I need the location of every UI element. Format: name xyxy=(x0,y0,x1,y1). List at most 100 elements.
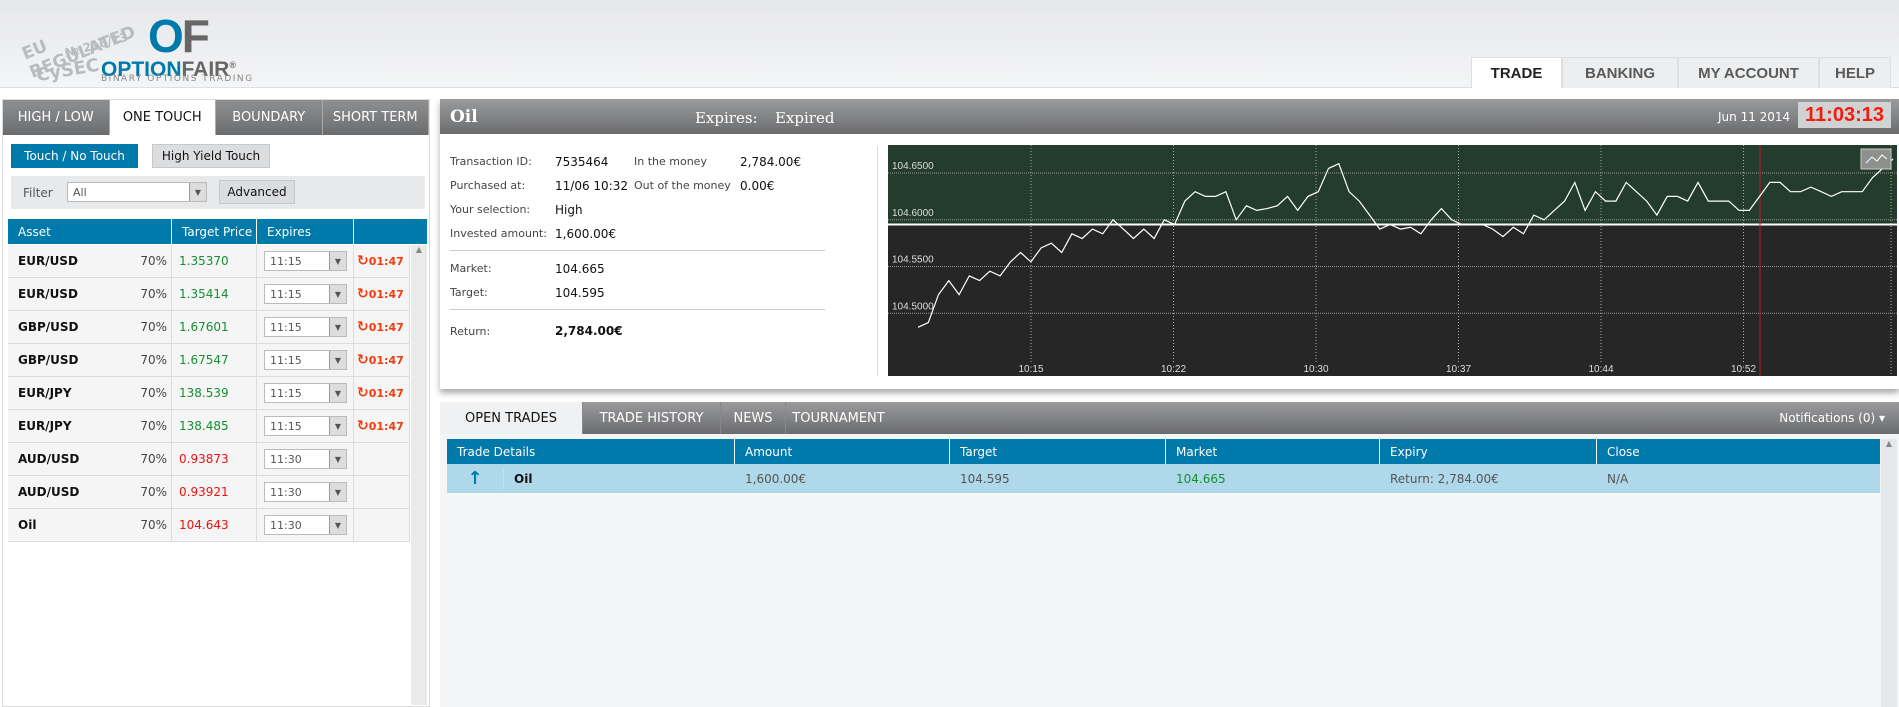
asset-name: Oil xyxy=(18,518,37,532)
expiry-value: 11:15 xyxy=(270,419,302,433)
trades-scrollbar[interactable]: ▲ xyxy=(1881,439,1897,707)
divider xyxy=(450,250,825,251)
trades-tab-bar: OPEN TRADES TRADE HISTORY NEWS TOURNAMEN… xyxy=(440,402,1899,434)
countdown: 01:47 xyxy=(368,287,404,301)
payout: 70% xyxy=(140,419,167,433)
payout: 70% xyxy=(140,452,167,466)
selection-label: Your selection: xyxy=(450,203,531,216)
trade-detail-panel: Oil Expires: Expired Jun 11 2014 11:03:1… xyxy=(440,99,1899,389)
expiry-select[interactable]: 11:15 ▼ xyxy=(264,251,347,271)
trade-header-bar: Oil Expires: Expired Jun 11 2014 11:03:1… xyxy=(440,99,1899,134)
x-tick-label: 10:37 xyxy=(1446,364,1471,375)
expiry-value: 11:15 xyxy=(270,254,302,268)
expiry-select[interactable]: 11:15 ▼ xyxy=(264,284,347,304)
nav-tab-my-account[interactable]: MY ACCOUNT xyxy=(1678,57,1819,88)
market-value: 104.665 xyxy=(555,262,605,276)
col-close: Close xyxy=(1607,444,1640,459)
expiry-select[interactable]: 11:30 ▼ xyxy=(264,449,347,469)
asset-row[interactable]: GBP/USD 70% 1.67547 11:15 ▼ ↻ 01:47 xyxy=(8,344,410,377)
asset-row[interactable]: EUR/JPY 70% 138.485 11:15 ▼ ↻ 01:47 xyxy=(8,410,410,443)
tab-boundary[interactable]: BOUNDARY xyxy=(216,100,323,135)
otm-label: Out of the money xyxy=(634,179,731,192)
filter-bar: Filter All ▼ Advanced xyxy=(11,176,425,209)
payout: 70% xyxy=(140,485,167,499)
expiry-select[interactable]: 11:15 ▼ xyxy=(264,350,347,370)
expiry-select[interactable]: 11:30 ▼ xyxy=(264,515,347,535)
asset-name: EUR/USD xyxy=(18,287,78,301)
x-tick-label: 10:30 xyxy=(1303,364,1328,375)
timer-icon: ↻ xyxy=(357,253,369,269)
asset-row[interactable]: EUR/USD 70% 1.35414 11:15 ▼ ↻ 01:47 xyxy=(8,278,410,311)
selection-value: High xyxy=(555,203,583,217)
asset-name: AUD/USD xyxy=(18,452,80,466)
expiry-value: 11:15 xyxy=(270,353,302,367)
y-tick-label: 104.5500 xyxy=(892,255,934,266)
transaction-id-label: Transaction ID: xyxy=(450,155,532,168)
asset-name: EUR/JPY xyxy=(18,386,72,400)
filter-select[interactable]: All ▼ xyxy=(67,182,207,202)
trade-row[interactable]: ↑ Oil 1,600.00€ 104.595 104.665 Return: … xyxy=(447,464,1880,493)
countdown: 01:47 xyxy=(368,353,404,367)
trade-expiry: Return: 2,784.00€ xyxy=(1390,471,1499,486)
nav-tab-help[interactable]: HELP xyxy=(1819,57,1891,88)
expiry-value: 11:30 xyxy=(270,452,302,466)
asset-row[interactable]: GBP/USD 70% 1.67601 11:15 ▼ ↻ 01:47 xyxy=(8,311,410,344)
col-asset: Asset xyxy=(8,219,172,244)
asset-name: EUR/JPY xyxy=(18,419,72,433)
notifications-dropdown[interactable]: Notifications (0) ▾ xyxy=(1779,411,1885,425)
tab-trade-history[interactable]: TRADE HISTORY xyxy=(583,402,721,434)
purchased-value: 11/06 10:32 xyxy=(555,179,628,193)
subtab-high-yield-touch[interactable]: High Yield Touch xyxy=(152,144,270,168)
asset-row[interactable]: AUD/USD 70% 0.93873 11:30 ▼ xyxy=(8,443,410,476)
chevron-down-icon: ▼ xyxy=(329,450,346,468)
expiry-select[interactable]: 11:30 ▼ xyxy=(264,482,347,502)
target-price: 138.485 xyxy=(172,410,257,442)
header: EU REGULATED № 216/13 CySEC OF OPTIONFAI… xyxy=(0,0,1899,88)
asset-scrollbar[interactable]: ▲ xyxy=(411,245,427,705)
trades-panel: OPEN TRADES TRADE HISTORY NEWS TOURNAMEN… xyxy=(440,402,1899,707)
asset-name: GBP/USD xyxy=(18,353,79,367)
expiry-select[interactable]: 11:15 ▼ xyxy=(264,383,347,403)
tab-short-term[interactable]: SHORT TERM xyxy=(322,100,429,135)
trade-asset: Oil xyxy=(450,107,478,127)
expiry-select[interactable]: 11:15 ▼ xyxy=(264,317,347,337)
asset-row[interactable]: AUD/USD 70% 0.93921 11:30 ▼ xyxy=(8,476,410,509)
target-price: 104.643 xyxy=(172,509,257,541)
asset-row[interactable]: EUR/JPY 70% 138.539 11:15 ▼ ↻ 01:47 xyxy=(8,377,410,410)
chevron-down-icon: ▼ xyxy=(329,351,346,369)
scroll-up-icon[interactable]: ▲ xyxy=(411,245,427,254)
return-value: 2,784.00€ xyxy=(555,324,623,338)
nav-tab-trade[interactable]: TRADE xyxy=(1471,57,1562,88)
target-price: 0.93873 xyxy=(172,443,257,475)
x-tick-label: 10:44 xyxy=(1588,364,1613,375)
expiry-value: 11:30 xyxy=(270,485,302,499)
divider xyxy=(450,309,825,310)
payout: 70% xyxy=(140,254,167,268)
col-expiry: Expiry xyxy=(1380,439,1597,464)
asset-row[interactable]: Oil 70% 104.643 11:30 ▼ xyxy=(8,509,410,542)
tab-tournament[interactable]: TOURNAMENT xyxy=(786,402,891,434)
tab-news[interactable]: NEWS xyxy=(721,402,786,434)
asset-row[interactable]: EUR/USD 70% 1.35370 11:15 ▼ ↻ 01:47 xyxy=(8,245,410,278)
timer-icon: ↻ xyxy=(357,352,369,368)
current-date: Jun 11 2014 xyxy=(1718,110,1791,124)
transaction-id: 7535464 xyxy=(555,155,609,169)
timer-icon: ↻ xyxy=(357,286,369,302)
payout: 70% xyxy=(140,287,167,301)
col-trade-details: Trade Details xyxy=(447,439,735,464)
price-chart[interactable]: 104.6500 104.6000 104.5500 104.5000 10:15 10:… xyxy=(888,145,1897,376)
chevron-down-icon: ▼ xyxy=(329,384,346,402)
advanced-button[interactable]: Advanced xyxy=(219,180,295,204)
chevron-down-icon: ▼ xyxy=(329,252,346,270)
payout: 70% xyxy=(140,320,167,334)
itm-value: 2,784.00€ xyxy=(740,155,802,169)
expiry-select[interactable]: 11:15 ▼ xyxy=(264,416,347,436)
countdown: 01:47 xyxy=(368,386,404,400)
tab-high-low[interactable]: HIGH / LOW xyxy=(3,100,110,135)
chevron-down-icon: ▼ xyxy=(329,516,346,534)
trades-table-header: Trade Details Amount Target Market Expir… xyxy=(447,439,1880,464)
tab-one-touch[interactable]: ONE TOUCH xyxy=(109,100,216,135)
nav-tab-banking[interactable]: BANKING xyxy=(1562,57,1678,88)
tab-open-trades[interactable]: OPEN TRADES xyxy=(440,402,583,434)
subtab-touch-no-touch[interactable]: Touch / No Touch xyxy=(11,144,138,168)
